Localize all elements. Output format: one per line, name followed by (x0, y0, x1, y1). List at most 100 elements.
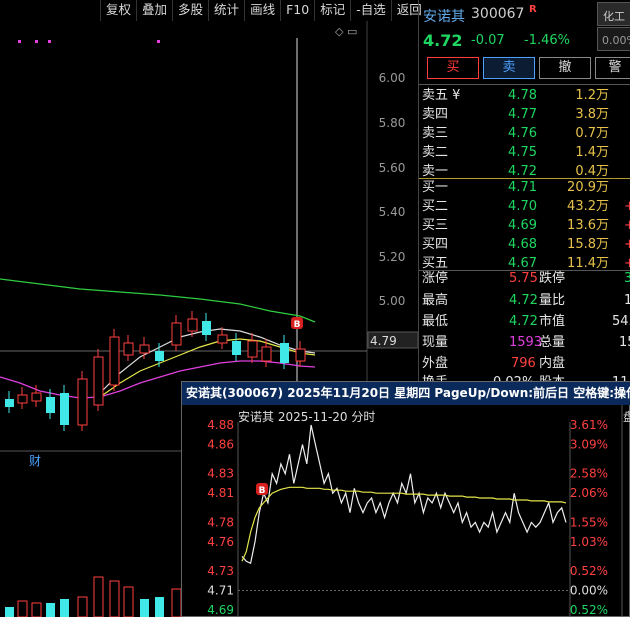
popup-subtitle: 安诺其 2025-11-20 分时 (238, 410, 376, 424)
volume-bar (17, 600, 28, 617)
order-volume: 13.6万 (567, 218, 609, 233)
vol-ratio-value: 1 (624, 293, 630, 308)
sell-order-row[interactable]: 卖五 ¥ 4.78 1.2万 (419, 86, 630, 105)
order-price: 4.69 (508, 218, 537, 233)
candle (139, 344, 150, 354)
candle (60, 393, 69, 425)
price-change-pct: -1.46% (524, 33, 570, 48)
sell-order-row[interactable]: 卖四 4.77 3.8万 (419, 105, 630, 124)
order-volume: 20.9万 (567, 180, 609, 195)
sell-order-row[interactable]: 卖三 4.76 0.7万 (419, 124, 630, 143)
candle (261, 346, 272, 362)
intraday-price-tick: 4.88 (207, 418, 234, 432)
total-vol-value: 15 (619, 335, 630, 350)
price-tick: 6.00 (379, 71, 406, 85)
candle (46, 397, 55, 413)
candle (77, 378, 88, 426)
price-tick: 5.80 (379, 116, 406, 130)
toolbar-item-4[interactable]: 画线 (244, 0, 280, 21)
price-tick: 5.60 (379, 161, 406, 175)
high-value: 4.72 (509, 293, 538, 308)
chart-corner-icons[interactable]: ◇ ▭ (335, 25, 357, 38)
limit-down-label: 跌停 (539, 271, 566, 286)
buy-order-row[interactable]: 买三 4.69 13.6万 + (419, 216, 630, 235)
order-price: 4.68 (508, 237, 537, 252)
order-label: 买四 (422, 237, 449, 252)
intraday-pct-tick: 3.09% (570, 437, 608, 451)
volume-bar (60, 599, 69, 617)
reg-mark: R (529, 4, 537, 15)
order-plus: + (624, 218, 630, 233)
toolbar-item-6[interactable]: 标记 (314, 0, 350, 21)
popup-title[interactable]: 安诺其(300067) 2025年11月20日 星期四 PageUp/Down:… (182, 382, 630, 405)
toolbar-item-5[interactable]: F10 (280, 0, 314, 21)
candle (93, 356, 104, 406)
intraday-price-tick: 4.81 (207, 486, 234, 500)
buy-button[interactable]: 买 (427, 57, 479, 79)
cur-vol-value: 1593 (509, 335, 543, 350)
buy-badge-label: B (294, 320, 301, 330)
order-label: 卖三 (422, 126, 449, 141)
limit-up-value: 5.75 (509, 271, 538, 286)
order-volume: 0.7万 (575, 126, 609, 141)
volume-bar (155, 597, 164, 617)
buy-order-row[interactable]: 买一 4.71 20.9万 (419, 178, 630, 197)
sector-pct: 0.00% (597, 27, 630, 51)
order-volume: 3.8万 (575, 107, 609, 122)
total-vol-label: 总量 (539, 335, 566, 350)
sector-tab[interactable]: 化工 (597, 2, 630, 26)
toolbar: 复权 叠加 多股 统计 画线 F10 标记 -自选 返回 (100, 0, 427, 21)
intraday-pct-tick: 1.55% (570, 515, 608, 529)
candle (232, 341, 241, 355)
volume-bar (109, 580, 120, 617)
order-price: 4.71 (508, 180, 537, 195)
volume-bar (46, 603, 55, 617)
order-price: 4.70 (508, 199, 537, 214)
stock-name: 安诺其 (423, 9, 465, 25)
buy-order-row[interactable]: 买四 4.68 15.8万 + (419, 235, 630, 254)
candle (109, 336, 120, 386)
intraday-pct-tick: 0.52% (570, 603, 608, 617)
price-change: -0.07 (471, 33, 505, 48)
volume-bar (93, 576, 104, 617)
low-value: 4.72 (509, 314, 538, 329)
intraday-pct-tick: 2.58% (570, 467, 608, 481)
candle (217, 334, 228, 344)
candle (155, 351, 164, 361)
order-volume: 1.4万 (575, 145, 609, 160)
volume-bar (171, 588, 182, 617)
intraday-pct-tick: 2.06% (570, 486, 608, 500)
candle (202, 321, 211, 335)
toolbar-item-0[interactable]: 复权 (100, 0, 136, 21)
order-label: 卖二 (422, 145, 449, 160)
last-price: 4.72 (423, 31, 463, 50)
sell-button[interactable]: 卖 (483, 57, 535, 79)
alert-button[interactable]: 警 (595, 57, 630, 79)
toolbar-item-1[interactable]: 叠加 (136, 0, 172, 21)
intraday-pct-tick: 1.03% (570, 535, 608, 549)
order-price: 4.76 (508, 126, 537, 141)
candle (31, 392, 42, 402)
finance-icon[interactable]: 财 (29, 452, 41, 469)
sell-order-row[interactable]: 卖二 4.75 1.4万 (419, 143, 630, 162)
order-label: 买二 (422, 199, 449, 214)
toolbar-item-3[interactable]: 统计 (208, 0, 244, 21)
cancel-order-button[interactable]: 撤 (539, 57, 591, 79)
intraday-pct-tick: 0.52% (570, 564, 608, 578)
quote-header: 安诺其 300067 R 化工 (419, 0, 630, 27)
toolbar-item-7[interactable]: -自选 (350, 0, 391, 21)
low-label: 最低 (422, 314, 449, 329)
candle (171, 322, 182, 346)
intraday-popup[interactable]: 4.88 3.61% 4.86 3.09% 4.83 2.58% 4.81 2.06% 4.78… (181, 381, 630, 617)
toolbar-item-2[interactable]: 多股 (172, 0, 208, 21)
order-plus: + (624, 199, 630, 214)
intraday-price-tick: 4.69 (207, 603, 234, 617)
high-label: 最高 (422, 293, 449, 308)
candle (280, 343, 289, 363)
intraday-price-tick: 4.83 (207, 467, 234, 481)
intraday-pct-tick: 0.00% (570, 584, 608, 598)
divider (419, 84, 630, 85)
order-volume: 43.2万 (567, 199, 609, 214)
buy-order-row[interactable]: 买二 4.70 43.2万 + (419, 197, 630, 216)
intraday-pct-tick: 3.61% (570, 418, 608, 432)
